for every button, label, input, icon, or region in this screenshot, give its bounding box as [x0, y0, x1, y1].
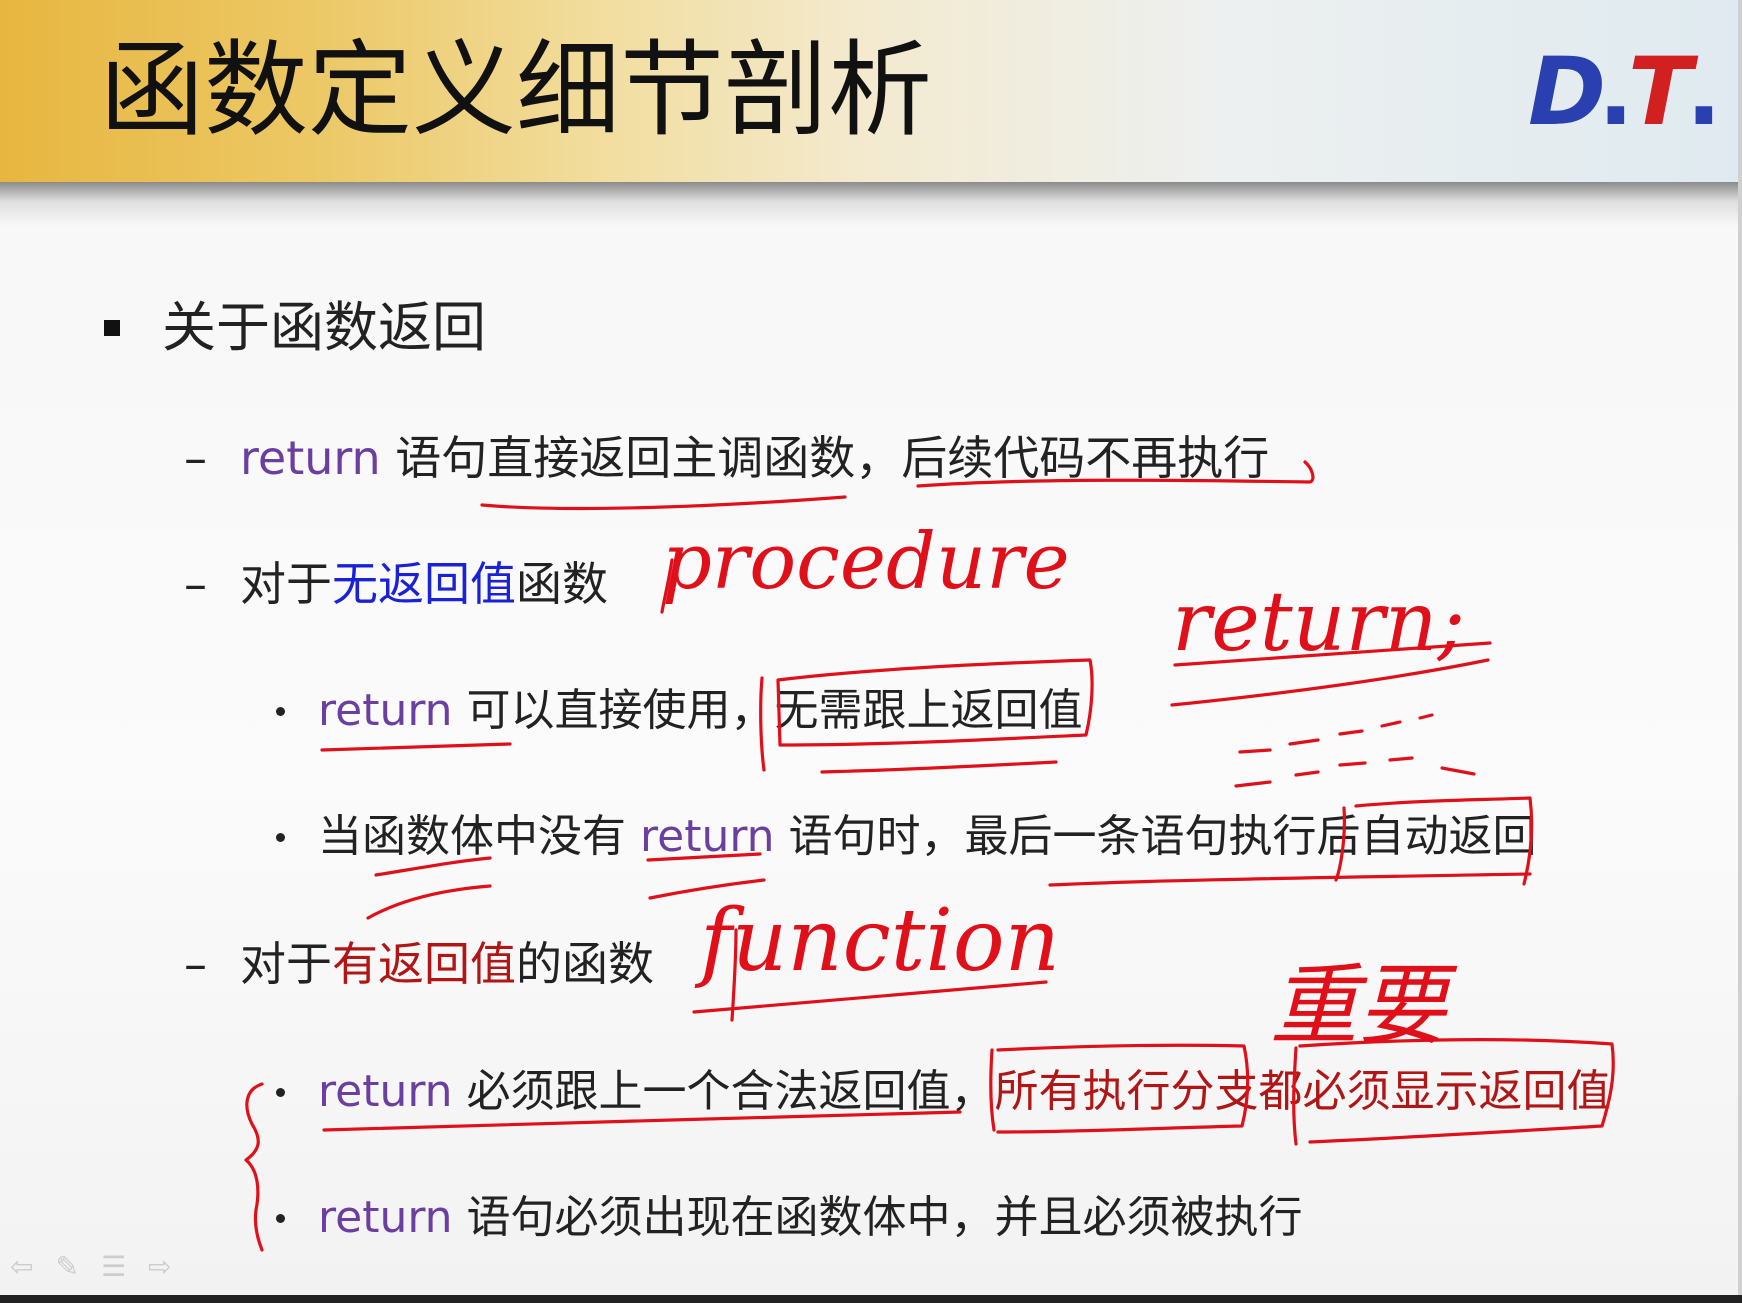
keyword-return: return — [240, 431, 381, 485]
dot-bullet-icon — [276, 1214, 285, 1223]
bullet-text-post: 语句时，最后一条语句执行后自动返回 — [774, 811, 1537, 862]
slide-right-edge — [1738, 0, 1742, 1303]
dot-bullet-icon — [276, 707, 285, 716]
ink-function-stem — [730, 928, 738, 1022]
highlight-has-return-value: 有返回值 — [332, 937, 516, 991]
bullet-return-direct: return 语句直接返回主调函数，后续代码不再执行 — [240, 427, 1269, 489]
bullet-text-pre: 对于 — [240, 557, 332, 611]
ink-underline-return-keyword-2 — [648, 878, 766, 900]
bullet-auto-return: 当函数体中没有 return 语句时，最后一条语句执行后自动返回 — [318, 807, 1537, 867]
ink-function-underline — [692, 980, 1048, 1014]
bullet-text-pre: 对于 — [240, 937, 332, 991]
slide: 函数定义细节剖析 D . T . 关于函数返回 – return 语句直接返回主… — [0, 0, 1742, 1303]
highlight-all-branches: 所有执行分支都必须显示返回值 — [994, 1066, 1611, 1117]
ink-word-return: return; — [1172, 575, 1465, 670]
title-shadow — [0, 182, 1742, 226]
keyword-return: return — [318, 685, 453, 736]
ink-word-function: function — [694, 891, 1060, 991]
back-arrow-icon[interactable]: ⇦ — [10, 1250, 33, 1290]
menu-icon[interactable]: ☰ — [101, 1250, 126, 1290]
ink-dash-row-2 — [1234, 756, 1476, 788]
logo-dot-2: . — [1686, 42, 1718, 142]
bullet-text: 可以直接使用，无需跟上返回值 — [452, 685, 1083, 736]
dot-bullet-icon — [276, 833, 285, 842]
bullet-must-return-value: return 必须跟上一个合法返回值，所有执行分支都必须显示返回值 — [318, 1062, 1611, 1122]
bullet-text: 语句必须出现在函数体中，并且必须被执行 — [452, 1192, 1303, 1243]
ink-underline-direct-return — [480, 495, 847, 511]
square-bullet-icon — [104, 320, 120, 336]
bullet-text: 必须跟上一个合法返回值， — [452, 1066, 995, 1117]
keyword-return: return — [318, 1066, 453, 1117]
dt-logo: D . T . — [1528, 42, 1718, 142]
ink-word-important: 重要 — [1270, 954, 1458, 1057]
ink-underline-function-body-2 — [366, 884, 492, 920]
ink-word-procedure: procedure — [662, 517, 1070, 607]
ink-return-underline-2 — [1170, 658, 1490, 707]
dash-bullet-icon: – — [184, 431, 207, 485]
ink-underline-auto-return — [1048, 872, 1532, 887]
highlight-no-return-value: 无返回值 — [332, 557, 516, 611]
dash-bullet-icon: – — [184, 557, 207, 611]
pen-icon[interactable]: ✎ — [55, 1250, 78, 1290]
bullet-text: 语句直接返回主调函数，后续代码不再执行 — [380, 431, 1270, 485]
keyword-return: return — [640, 811, 775, 862]
bullet-text-post: 函数 — [516, 557, 608, 611]
forward-arrow-icon[interactable]: ⇨ — [148, 1250, 171, 1290]
dot-bullet-icon — [276, 1088, 285, 1097]
ink-dash-row-1 — [1238, 713, 1434, 754]
bullet-return-direct-use: return 可以直接使用，无需跟上返回值 — [318, 681, 1083, 741]
ink-return-underline-1 — [1173, 641, 1492, 667]
main-bullet: 关于函数返回 — [162, 296, 486, 359]
ink-procedure-stroke — [660, 558, 674, 614]
bullet-has-return-value: 对于有返回值的函数 — [240, 933, 654, 995]
ink-curly-brace — [244, 1082, 264, 1252]
bullet-text-pre: 当函数体中没有 — [318, 811, 640, 862]
slideshow-nav: ⇦ ✎ ☰ ⇨ — [10, 1250, 172, 1290]
bullet-text-post: 的函数 — [516, 937, 654, 991]
slide-bottom-edge — [0, 1295, 1742, 1303]
dash-bullet-icon: – — [184, 937, 207, 991]
keyword-return: return — [318, 1192, 453, 1243]
ink-underline-no-return-value — [820, 760, 1058, 774]
bullet-must-be-executed: return 语句必须出现在函数体中，并且必须被执行 — [318, 1188, 1303, 1248]
bullet-no-return-value: 对于无返回值函数 — [240, 553, 608, 615]
ink-underline-return-direct — [320, 742, 512, 752]
logo-letter-d: D — [1528, 42, 1606, 142]
page-title: 函数定义细节剖析 — [100, 29, 933, 151]
